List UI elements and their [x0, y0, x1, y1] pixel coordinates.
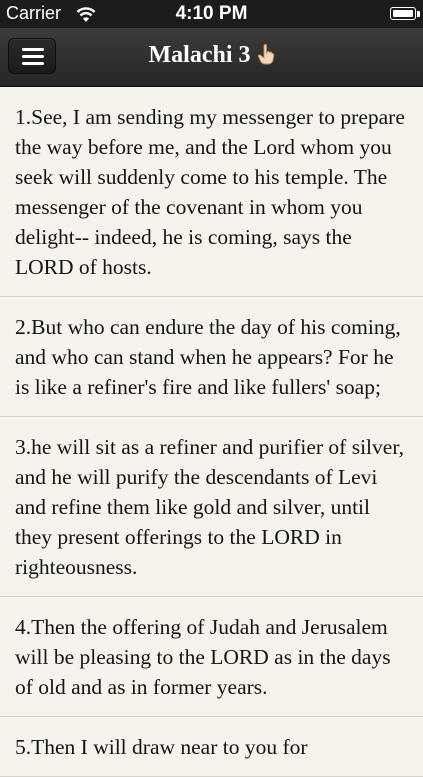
verse-item[interactable]: 3.he will sit as a refiner and purifier …	[0, 417, 423, 597]
status-bar: Carrier 4:10 PM	[0, 0, 423, 28]
battery-icon	[390, 7, 416, 20]
status-time: 4:10 PM	[175, 3, 248, 24]
verse-item[interactable]: 1.See, I am sending my messenger to prep…	[0, 87, 423, 297]
chapter-title-button[interactable]: Malachi 3	[0, 42, 423, 69]
navigation-bar: Malachi 3	[0, 28, 423, 87]
verse-item[interactable]: 5.Then I will draw near to you for	[0, 717, 423, 777]
verse-item[interactable]: 2.But who can endure the day of his comi…	[0, 297, 423, 417]
pointing-hand-icon	[257, 44, 274, 65]
chapter-title: Malachi 3	[148, 42, 251, 68]
battery-cap	[417, 11, 420, 17]
verse-item[interactable]: 4.Then the offering of Judah and Jerusal…	[0, 597, 423, 717]
verse-list[interactable]: 1.See, I am sending my messenger to prep…	[0, 87, 423, 777]
